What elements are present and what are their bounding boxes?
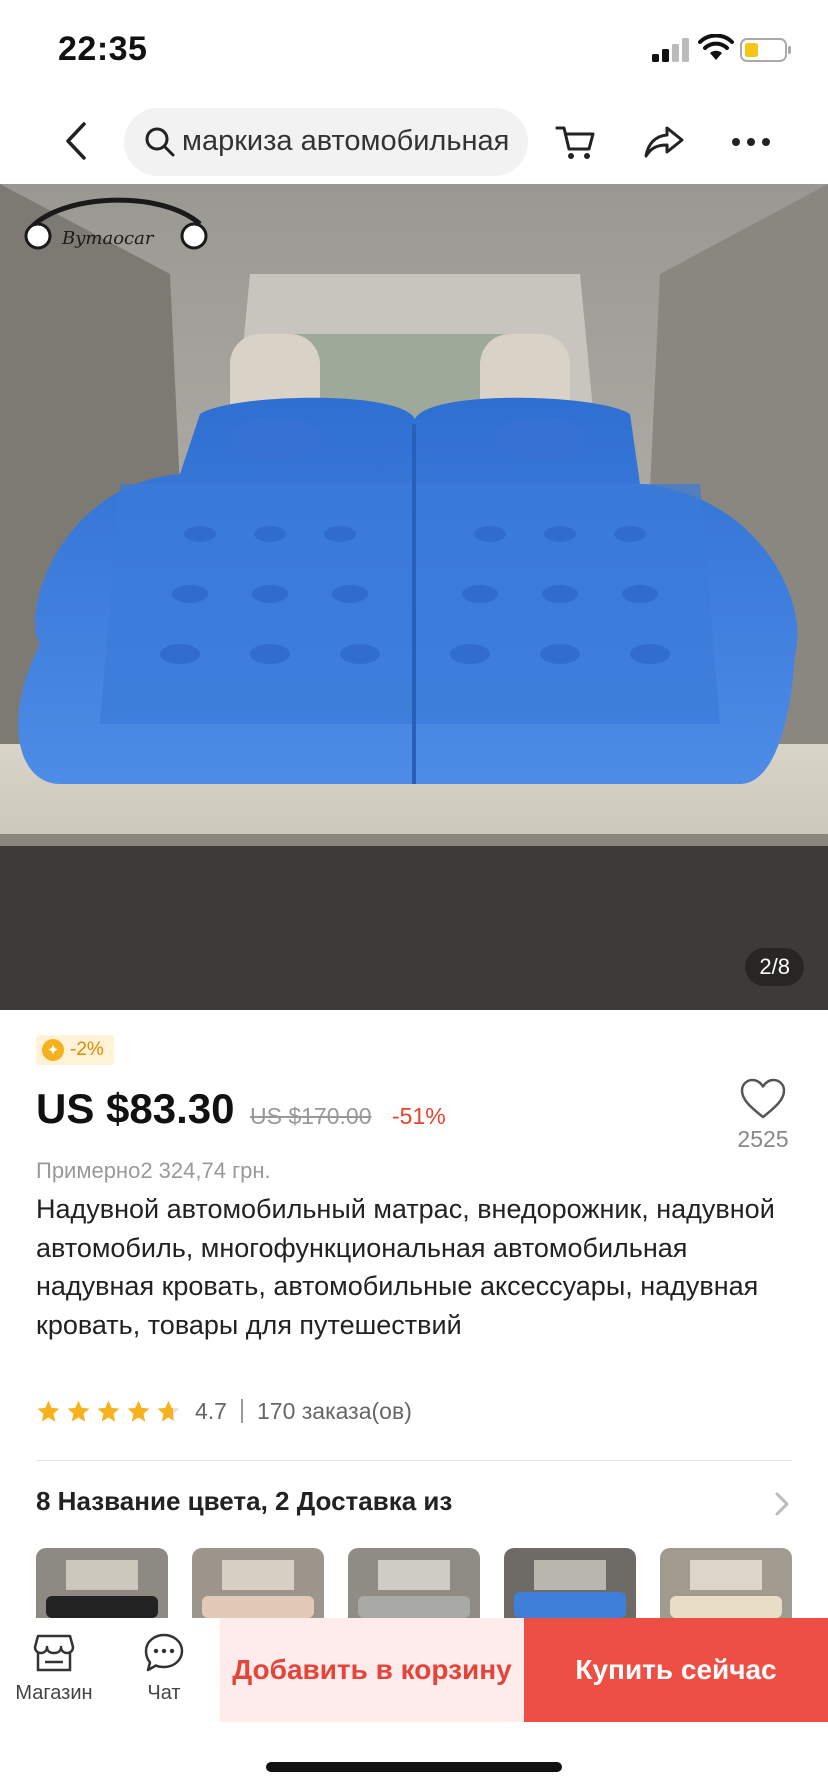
variant-thumbnail[interactable] bbox=[348, 1548, 480, 1618]
approx-local-price: Примерно2 324,74 грн. bbox=[36, 1158, 271, 1183]
home-indicator bbox=[266, 1762, 562, 1772]
status-bar: 22:35 bbox=[0, 0, 828, 100]
rating-stars bbox=[36, 1399, 181, 1424]
store-icon bbox=[33, 1634, 75, 1672]
variant-thumbnail[interactable] bbox=[660, 1548, 792, 1618]
share-icon bbox=[644, 126, 684, 158]
share-button[interactable] bbox=[636, 114, 692, 170]
rating-value: 4.7 bbox=[195, 1397, 227, 1424]
store-tab[interactable]: Магазин bbox=[4, 1632, 104, 1705]
cellular-signal-icon bbox=[652, 38, 689, 62]
product-photo: Bymaocar bbox=[0, 184, 828, 1010]
rating-row[interactable]: 4.7 170 заказа(ов) bbox=[36, 1396, 412, 1426]
chat-tab-label: Чат bbox=[147, 1682, 181, 1704]
battery-icon bbox=[740, 38, 791, 62]
heart-icon bbox=[740, 1078, 786, 1119]
add-to-cart-button[interactable]: Добавить в корзину bbox=[220, 1618, 524, 1722]
bottom-action-bar: Магазин Чат Добавить в корзину Купить се… bbox=[0, 1618, 828, 1792]
wishlist-count: 2525 bbox=[737, 1126, 789, 1152]
back-icon bbox=[66, 122, 86, 160]
star-icon bbox=[97, 1400, 120, 1422]
coins-discount-badge[interactable]: ✦ -2% bbox=[36, 1035, 114, 1065]
variant-title: 8 Название цвета, 2 Доставка из bbox=[36, 1486, 453, 1516]
half-star-icon bbox=[157, 1400, 180, 1422]
star-icon bbox=[67, 1400, 90, 1422]
more-icon bbox=[732, 138, 770, 146]
coins-discount-label: -2% bbox=[70, 1039, 104, 1060]
variant-thumbnail[interactable] bbox=[192, 1548, 324, 1618]
search-query: маркиза автомобильная bbox=[182, 125, 510, 157]
variant-selector[interactable]: 8 Название цвета, 2 Доставка из bbox=[36, 1486, 792, 1526]
variant-thumbnail[interactable] bbox=[36, 1548, 168, 1618]
svg-text:Bymaocar: Bymaocar bbox=[61, 228, 155, 249]
variant-thumbnail[interactable] bbox=[504, 1548, 636, 1618]
section-divider bbox=[36, 1460, 792, 1461]
search-icon bbox=[145, 127, 175, 157]
variant-thumbnails bbox=[36, 1548, 792, 1618]
chevron-right-icon bbox=[775, 1492, 789, 1516]
current-price: US $83.30 bbox=[36, 1085, 235, 1132]
wishlist-button[interactable]: 2525 bbox=[730, 1078, 796, 1153]
original-price: US $170.00 bbox=[250, 1103, 372, 1129]
star-icon bbox=[37, 1400, 60, 1422]
orders-count: 170 заказа(ов) bbox=[256, 1397, 412, 1424]
chat-tab[interactable]: Чат bbox=[114, 1632, 214, 1705]
chat-icon bbox=[144, 1633, 184, 1672]
back-button[interactable] bbox=[56, 118, 96, 164]
product-title: Надувной автомобильный матрас, внедорожн… bbox=[36, 1194, 775, 1340]
search-input[interactable]: маркиза автомобильная bbox=[124, 108, 528, 176]
more-button[interactable] bbox=[723, 114, 779, 170]
store-tab-label: Магазин bbox=[15, 1682, 93, 1704]
buy-now-button[interactable]: Купить сейчас bbox=[524, 1618, 828, 1722]
coin-icon: ✦ bbox=[42, 1039, 64, 1061]
status-time: 22:35 bbox=[58, 30, 148, 68]
top-nav-bar: маркиза автомобильная bbox=[0, 100, 828, 184]
wifi-icon bbox=[698, 34, 734, 60]
cart-button[interactable] bbox=[548, 114, 604, 170]
image-counter: 2/8 bbox=[745, 948, 804, 986]
star-icon bbox=[127, 1400, 150, 1422]
product-image-gallery[interactable]: Bymaocar 2/8 bbox=[0, 184, 828, 1010]
cart-icon bbox=[555, 126, 595, 159]
discount-percent: -51% bbox=[392, 1103, 446, 1129]
divider bbox=[240, 1399, 243, 1423]
